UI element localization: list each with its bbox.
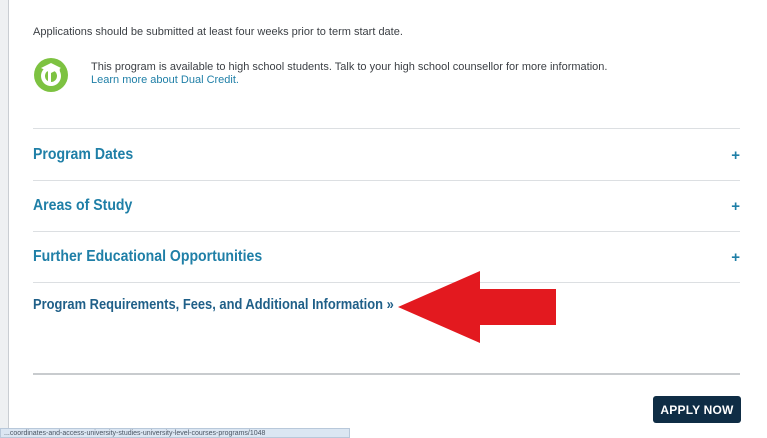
dual-credit-badge-icon <box>34 58 68 92</box>
program-requirements-link[interactable]: Program Requirements, Fees, and Addition… <box>33 296 394 313</box>
dual-credit-link[interactable]: Learn more about Dual Credit. <box>91 74 607 87</box>
red-arrow-annotation-icon <box>398 271 556 343</box>
expand-plus-icon[interactable]: + <box>731 147 740 164</box>
divider <box>33 282 740 283</box>
divider <box>33 373 740 375</box>
program-details-panel: Applications should be submitted at leas… <box>8 0 767 438</box>
status-bar-url: ...coordinates-and-access-university-stu… <box>0 428 350 438</box>
accordion-further-educational-opportunities[interactable]: Further Educational Opportunities + <box>33 232 740 282</box>
accordion-title: Program Dates <box>33 146 134 163</box>
expand-plus-icon[interactable]: + <box>731 249 740 266</box>
divider <box>33 128 740 129</box>
dual-credit-notice: This program is available to high school… <box>91 61 607 87</box>
expand-plus-icon[interactable]: + <box>731 198 740 215</box>
accordion-areas-of-study[interactable]: Areas of Study + <box>33 181 740 231</box>
accordion-title: Areas of Study <box>33 197 133 214</box>
dual-credit-text: This program is available to high school… <box>91 61 608 73</box>
accordion-program-dates[interactable]: Program Dates + <box>33 130 740 180</box>
accordion-title: Further Educational Opportunities <box>33 248 263 265</box>
apply-now-button[interactable]: APPLY NOW <box>653 396 741 423</box>
submission-deadline-note: Applications should be submitted at leas… <box>33 26 403 38</box>
